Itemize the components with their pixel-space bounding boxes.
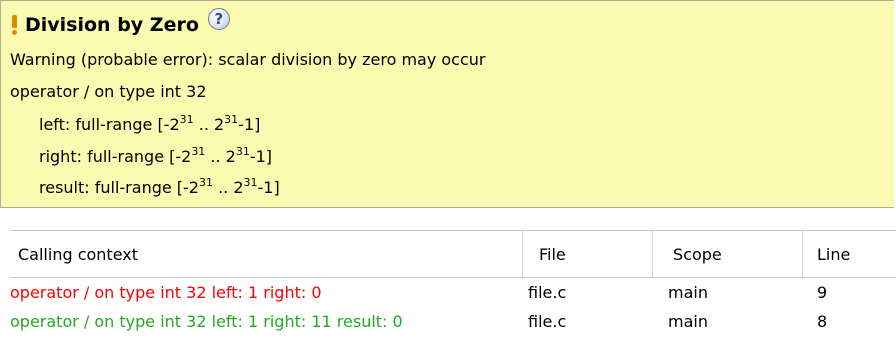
- table-body: operator / on type int 32 left: 1 right:…: [10, 278, 896, 336]
- operator-description: operator / on type int 32: [10, 82, 207, 101]
- calling-context-table: Calling context File Scope Line operator…: [10, 230, 896, 336]
- range-suffix: -1]: [249, 147, 273, 166]
- range-prefix: right: full-range [-2: [39, 147, 192, 166]
- exponent: 31: [235, 145, 250, 158]
- range-prefix: left: full-range [-2: [39, 115, 180, 134]
- exponent: 31: [224, 113, 239, 126]
- check-title: Division by Zero: [25, 14, 199, 36]
- tooltip-header: Division by Zero ?: [10, 8, 230, 39]
- cell-line: 9: [817, 283, 828, 302]
- cell-file: file.c: [528, 312, 567, 331]
- column-header-line[interactable]: Line: [802, 231, 896, 277]
- table-row[interactable]: operator / on type int 32 left: 1 right:…: [10, 307, 896, 336]
- right-operand-range: right: full-range [-231 .. 231-1]: [39, 145, 273, 166]
- column-header-calling-context[interactable]: Calling context: [18, 231, 518, 277]
- cell-calling-context: operator / on type int 32 left: 1 right:…: [10, 312, 403, 331]
- cell-calling-context: operator / on type int 32 left: 1 right:…: [10, 283, 322, 302]
- exponent: 31: [179, 113, 194, 126]
- left-operand-range: left: full-range [-231 .. 231-1]: [39, 113, 261, 134]
- exponent: 31: [191, 145, 206, 158]
- table-header: Calling context File Scope Line: [10, 230, 896, 278]
- cell-scope: main: [668, 312, 708, 331]
- range-mid: .. 2: [193, 115, 225, 134]
- warning-message: Warning (probable error): scalar divisio…: [10, 50, 486, 69]
- cell-scope: main: [668, 283, 708, 302]
- help-icon[interactable]: ?: [207, 8, 230, 30]
- table-row[interactable]: operator / on type int 32 left: 1 right:…: [10, 278, 896, 307]
- cell-line: 8: [817, 312, 828, 331]
- range-mid: .. 2: [205, 147, 236, 166]
- exponent: 31: [243, 176, 258, 189]
- cell-file: file.c: [528, 283, 567, 302]
- exponent: 31: [198, 176, 213, 189]
- range-suffix: -1]: [238, 115, 261, 134]
- check-tooltip: Division by Zero ? Warning (probable err…: [0, 0, 894, 208]
- column-header-scope[interactable]: Scope: [652, 231, 802, 277]
- result-range: result: full-range [-231 .. 231-1]: [39, 176, 280, 197]
- range-suffix: -1]: [257, 178, 280, 197]
- column-header-file[interactable]: File: [522, 231, 652, 277]
- range-prefix: result: full-range [-2: [39, 178, 199, 197]
- warning-icon: [10, 14, 19, 36]
- range-mid: .. 2: [212, 178, 244, 197]
